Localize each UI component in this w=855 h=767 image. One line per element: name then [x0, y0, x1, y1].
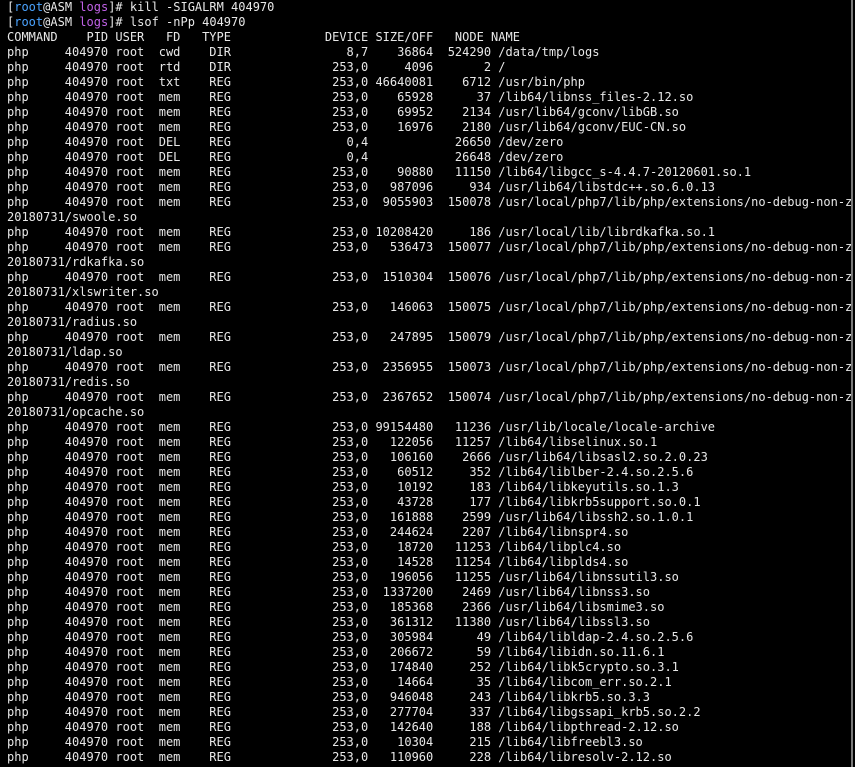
output-line: 20180731/xlswriter.so: [7, 285, 159, 299]
prompt-host: ASM: [50, 0, 73, 14]
output-line: php 404970 root mem REG 253,0 2367652 15…: [7, 390, 851, 404]
prompt-dir: logs: [79, 15, 109, 29]
output-line: php 404970 root mem REG 253,0 206672 59 …: [7, 645, 665, 659]
output-line: 20180731/opcache.so: [7, 405, 145, 419]
prompt-user: root: [14, 0, 44, 14]
output-line: php 404970 root mem REG 253,0 10208420 1…: [7, 225, 716, 239]
output-rows: php 404970 root cwd DIR 8,7 36864 524290…: [7, 45, 851, 765]
output-line: php 404970 root mem REG 253,0 106160 266…: [7, 450, 708, 464]
output-line: php 404970 root mem REG 253,0 946048 243…: [7, 690, 650, 704]
output-line: php 404970 root mem REG 253,0 1337200 24…: [7, 585, 650, 599]
prompt-line: [root@ASM logs]# lsof -nPp 404970: [7, 15, 246, 29]
output-line: php 404970 root mem REG 253,0 1510304 15…: [7, 270, 851, 284]
output-line: php 404970 root mem REG 253,0 90880 1115…: [7, 165, 752, 179]
output-line: php 404970 root mem REG 253,0 110960 228…: [7, 750, 672, 764]
output-line: php 404970 root mem REG 253,0 146063 150…: [7, 300, 851, 314]
prompt-host: ASM: [50, 15, 73, 29]
output-line: php 404970 root mem REG 253,0 99154480 1…: [7, 420, 716, 434]
output-line: php 404970 root mem REG 253,0 60512 352 …: [7, 465, 694, 479]
command-text: lsof -nPp 404970: [129, 15, 246, 29]
output-line: php 404970 root mem REG 253,0 142640 188…: [7, 720, 679, 734]
prompt-dir: logs: [79, 0, 109, 14]
output-line: php 404970 root mem REG 253,0 185368 236…: [7, 600, 665, 614]
prompt-user: root: [14, 15, 44, 29]
output-line: php 404970 root mem REG 253,0 69952 2134…: [7, 105, 679, 119]
output-line: php 404970 root mem REG 253,0 9055903 15…: [7, 195, 851, 209]
output-line: php 404970 root mem REG 253,0 196056 112…: [7, 570, 679, 584]
output-line: php 404970 root mem REG 253,0 305984 49 …: [7, 630, 694, 644]
output-line: php 404970 root mem REG 253,0 14664 35 /…: [7, 675, 672, 689]
output-line: php 404970 root DEL REG 0,4 26650 /dev/z…: [7, 135, 564, 149]
output-line: php 404970 root mem REG 253,0 18720 1125…: [7, 540, 622, 554]
prompt-line: [root@ASM logs]# kill -SIGALRM 404970: [7, 0, 275, 14]
output-line: php 404970 root mem REG 253,0 247895 150…: [7, 330, 851, 344]
output-line: php 404970 root mem REG 253,0 2356955 15…: [7, 360, 851, 374]
terminal-window[interactable]: [root@ASM logs]# kill -SIGALRM 404970 [r…: [0, 0, 853, 767]
output-line: 20180731/redis.so: [7, 375, 130, 389]
output-line: php 404970 root mem REG 253,0 161888 259…: [7, 510, 694, 524]
output-line: php 404970 root txt REG 253,0 46640081 6…: [7, 75, 585, 89]
output-line: php 404970 root cwd DIR 8,7 36864 524290…: [7, 45, 600, 59]
command-text: kill -SIGALRM 404970: [129, 0, 275, 14]
output-line: php 404970 root mem REG 253,0 987096 934…: [7, 180, 716, 194]
output-line: php 404970 root DEL REG 0,4 26648 /dev/z…: [7, 150, 564, 164]
output-line: php 404970 root mem REG 253,0 16976 2180…: [7, 120, 687, 134]
output-line: php 404970 root mem REG 253,0 174840 252…: [7, 660, 679, 674]
output-line: php 404970 root mem REG 253,0 14528 1125…: [7, 555, 629, 569]
output-line: php 404970 root mem REG 253,0 277704 337…: [7, 705, 701, 719]
output-line: php 404970 root mem REG 253,0 122056 112…: [7, 435, 658, 449]
output-header: COMMAND PID USER FD TYPE DEVICE SIZE/OFF…: [7, 30, 520, 44]
output-line: php 404970 root mem REG 253,0 43728 177 …: [7, 495, 701, 509]
output-line: php 404970 root mem REG 253,0 361312 113…: [7, 615, 650, 629]
output-line: 20180731/ldap.so: [7, 345, 123, 359]
output-line: 20180731/rdkafka.so: [7, 255, 145, 269]
output-line: php 404970 root mem REG 253,0 10304 215 …: [7, 735, 643, 749]
output-line: php 404970 root mem REG 253,0 244624 220…: [7, 525, 629, 539]
output-line: php 404970 root mem REG 253,0 536473 150…: [7, 240, 851, 254]
output-line: php 404970 root mem REG 253,0 10192 183 …: [7, 480, 679, 494]
output-line: 20180731/swoole.so: [7, 210, 138, 224]
output-line: php 404970 root mem REG 253,0 65928 37 /…: [7, 90, 694, 104]
output-line: php 404970 root rtd DIR 253,0 4096 2 /: [7, 60, 506, 74]
output-line: 20180731/radius.so: [7, 315, 138, 329]
